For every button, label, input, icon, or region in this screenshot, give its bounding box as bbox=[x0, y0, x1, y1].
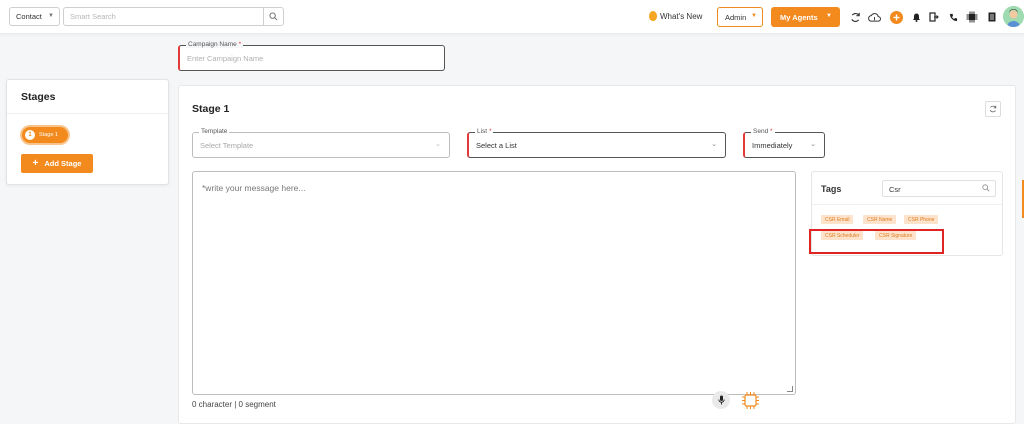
campaign-name-label: Campaign Name * bbox=[186, 41, 244, 48]
list-label-text: List bbox=[477, 128, 488, 135]
search-icon bbox=[269, 12, 278, 21]
character-counter: 0 character | 0 segment bbox=[192, 400, 276, 409]
chevron-down-icon: ▼ bbox=[48, 13, 54, 19]
whats-new-label: What's New bbox=[660, 11, 703, 21]
ai-assist-button[interactable] bbox=[740, 390, 760, 410]
send-value: Immediately bbox=[752, 141, 793, 150]
fire-icon bbox=[649, 11, 657, 21]
campaign-name-input[interactable]: Enter Campaign Name bbox=[187, 54, 263, 63]
send-label-text: Send bbox=[753, 128, 769, 135]
divider bbox=[812, 204, 1002, 205]
plus-icon: + bbox=[32, 158, 39, 169]
whats-new-link[interactable]: What's New bbox=[649, 11, 702, 21]
bell-icon[interactable] bbox=[909, 10, 923, 24]
role-select[interactable]: Admin ▼ bbox=[717, 7, 763, 27]
stage-number: 1 bbox=[25, 130, 35, 140]
tags-title: Tags bbox=[821, 184, 842, 194]
stage-pill-1[interactable]: 1 Stage 1 bbox=[22, 127, 68, 143]
tag-chip[interactable]: CSR Phone bbox=[904, 215, 939, 224]
microphone-button[interactable] bbox=[712, 391, 730, 409]
highlight-box bbox=[809, 229, 944, 254]
context-select[interactable]: Contact ▼ bbox=[9, 7, 60, 26]
message-textarea[interactable]: *write your message here... bbox=[192, 171, 796, 395]
document-icon[interactable] bbox=[985, 10, 999, 24]
role-select-value: Admin bbox=[725, 12, 747, 22]
template-select[interactable]: Template Select Template ⌄ bbox=[192, 128, 450, 158]
stage-pill-label: Stage 1 bbox=[39, 132, 58, 138]
required-marker: * bbox=[488, 128, 492, 135]
refresh-button[interactable] bbox=[985, 101, 1001, 117]
add-stage-label: Add Stage bbox=[44, 159, 82, 168]
chevron-down-icon: ⌄ bbox=[810, 141, 816, 148]
list-label: List * bbox=[475, 128, 494, 135]
sync-icon[interactable] bbox=[848, 10, 862, 24]
chevron-down-icon: ▼ bbox=[751, 13, 757, 19]
ai-chip-icon bbox=[741, 391, 759, 409]
my-agents-label: My Agents bbox=[780, 12, 818, 22]
resize-handle[interactable] bbox=[787, 386, 793, 392]
divider bbox=[7, 113, 168, 114]
logout-icon[interactable] bbox=[927, 10, 941, 24]
search-button[interactable] bbox=[263, 8, 283, 25]
list-placeholder: Select a List bbox=[476, 141, 517, 150]
chevron-down-icon: ⌄ bbox=[435, 141, 441, 148]
add-icon[interactable] bbox=[889, 10, 903, 24]
avatar[interactable] bbox=[1003, 6, 1024, 27]
stages-panel: Stages 1 Stage 1 + Add Stage bbox=[6, 79, 169, 185]
tag-chip[interactable]: CSR Name bbox=[863, 215, 897, 224]
chip-icon[interactable] bbox=[965, 10, 979, 24]
template-label: Template bbox=[199, 128, 230, 135]
tags-search-value: Csr bbox=[889, 185, 901, 194]
cloud-icon[interactable] bbox=[867, 10, 881, 24]
template-placeholder: Select Template bbox=[200, 141, 254, 150]
context-select-value: Contact bbox=[16, 12, 42, 21]
send-label: Send * bbox=[751, 128, 775, 135]
refresh-icon bbox=[989, 105, 997, 113]
chevron-down-icon: ▼ bbox=[826, 13, 832, 19]
stage-editor: Stage 1 Template Select Template ⌄ List … bbox=[178, 85, 1016, 424]
add-stage-button[interactable]: + Add Stage bbox=[21, 154, 93, 173]
search-input[interactable]: Smart Search bbox=[64, 12, 263, 21]
tag-chip[interactable]: CSR Email bbox=[821, 215, 854, 224]
top-bar: Contact ▼ Smart Search What's New Admin … bbox=[0, 0, 1024, 34]
chevron-down-icon: ⌄ bbox=[711, 141, 717, 148]
search-icon bbox=[982, 184, 990, 194]
campaign-name-field[interactable]: Campaign Name * Enter Campaign Name bbox=[178, 41, 445, 71]
required-marker: * bbox=[238, 41, 242, 48]
my-agents-button[interactable]: My Agents ▼ bbox=[771, 7, 840, 27]
stage-title: Stage 1 bbox=[192, 103, 230, 115]
stages-title: Stages bbox=[21, 91, 56, 103]
list-select[interactable]: List * Select a List ⌄ bbox=[467, 128, 726, 158]
tags-search-input[interactable]: Csr bbox=[882, 180, 996, 197]
microphone-icon bbox=[717, 395, 725, 405]
message-placeholder: *write your message here... bbox=[202, 183, 306, 193]
smart-search[interactable]: Smart Search bbox=[63, 7, 284, 26]
campaign-name-label-text: Campaign Name bbox=[188, 41, 237, 48]
required-marker: * bbox=[770, 128, 773, 135]
send-select[interactable]: Send * Immediately ⌄ bbox=[743, 128, 825, 158]
phone-icon[interactable] bbox=[946, 10, 960, 24]
